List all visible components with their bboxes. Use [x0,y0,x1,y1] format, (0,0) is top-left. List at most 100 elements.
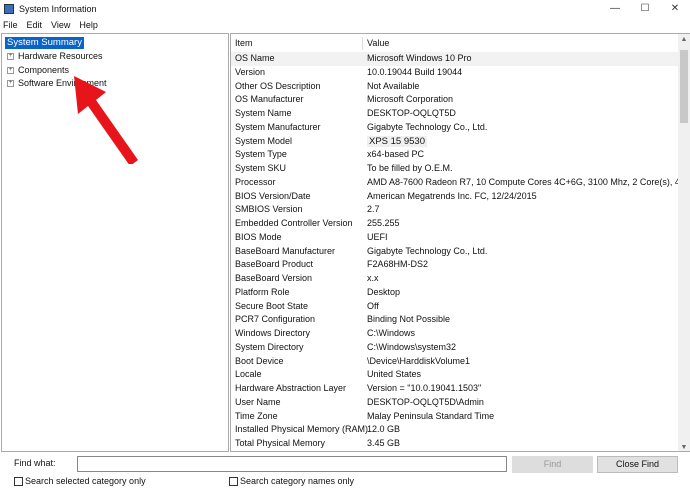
column-divider[interactable] [362,37,363,50]
menu-help[interactable]: Help [79,20,98,30]
tree-item-components[interactable]: + Components [7,65,69,75]
value-text: 255.255 [367,218,400,228]
table-row[interactable]: Boot Device \Device\HarddiskVolume1 [231,355,679,369]
table-row[interactable]: System Name DESKTOP-OQLQT5D [231,107,679,121]
column-header-value[interactable]: Value [367,37,389,50]
table-row[interactable]: System Type x64-based PC [231,148,679,162]
table-row[interactable]: Time Zone Malay Peninsula Standard Time [231,410,679,424]
item-cell: BaseBoard Product [235,259,314,270]
table-row[interactable]: BIOS Version/Date American Megatrends Inc… [231,190,679,204]
value-cell: Gigabyte Technology Co., Ltd. [367,121,487,135]
table-row[interactable]: PCR7 Configuration Binding Not Possible [231,313,679,327]
value-cell: Microsoft Corporation [367,93,453,107]
tree-item-hardware-resources[interactable]: + Hardware Resources [7,51,103,61]
item-cell: BIOS Mode [235,231,282,242]
find-button[interactable]: Find [512,456,593,473]
item-cell: System Manufacturer [235,121,321,132]
table-row[interactable]: Total Physical Memory 3.45 GB [231,437,679,451]
checkbox-icon[interactable] [14,476,23,486]
item-cell: OS Manufacturer [235,94,304,105]
value-text: DESKTOP-OQLQT5D [367,108,456,118]
value-cell: Off [367,300,379,314]
item-cell: Total Physical Memory [235,438,326,448]
minimize-button[interactable]: — [600,0,630,17]
vertical-scrollbar[interactable]: ▲ ▼ [678,34,690,451]
table-row[interactable]: BaseBoard Manufacturer Gigabyte Technolog… [231,245,679,259]
checkbox-label: Search category names only [240,476,355,486]
table-row[interactable]: Locale United States [231,368,679,382]
expand-icon[interactable]: + [7,79,14,87]
value-cell: x64-based PC [367,148,424,162]
value-text: Microsoft Corporation [367,94,454,105]
table-row[interactable]: System Model XPS 15 9530 [231,135,679,149]
value-cell: x.x [367,272,379,286]
item-cell: Other OS Description [235,80,321,91]
expand-icon[interactable]: + [7,52,14,60]
menu-file[interactable]: File [3,20,18,30]
table-row[interactable]: SMBIOS Version 2.7 [231,203,679,217]
scrollbar-thumb[interactable] [680,50,688,123]
table-row[interactable]: Secure Boot State Off [231,300,679,314]
table-row[interactable]: System Directory C:\Windows\system32 [231,341,679,355]
scroll-up-icon[interactable]: ▲ [678,36,690,43]
value-cell: AMD A8-7600 Radeon R7, 10 Compute Cores … [367,176,690,190]
column-header-item[interactable]: Item [235,37,253,50]
value-text: AMD A8-7600 Radeon R7, 10 Compute Cores … [367,176,690,187]
table-row[interactable]: Embedded Controller Version 255.255 [231,217,679,231]
item-cell: PCR7 Configuration [235,314,316,325]
table-row[interactable]: BIOS Mode UEFI [231,231,679,245]
table-row[interactable]: Version 10.0.19044 Build 19044 [231,66,679,80]
item-cell: Windows Directory [235,328,311,338]
value-cell: Binding Not Possible [367,313,450,327]
search-category-names-checkbox[interactable]: Search category names only [229,476,354,486]
value-cell: DESKTOP-OQLQT5D [367,107,456,121]
maximize-button[interactable]: ☐ [630,0,660,17]
value-text: United States [367,369,422,380]
item-cell: BaseBoard Version [235,273,313,283]
table-row[interactable]: BaseBoard Product F2A68HM-DS2 [231,258,679,272]
value-text: American Megatrends Inc. FC, 12/24/2015 [367,190,537,201]
value-cell: United States [367,368,421,382]
table-row[interactable]: Other OS Description Not Available [231,80,679,94]
expand-icon[interactable]: + [7,66,14,74]
value-cell: DESKTOP-OQLQT5D\Admin [367,396,484,410]
close-find-button[interactable]: Close Find [597,456,678,473]
value-text: C:\Windows [367,328,416,338]
scroll-down-icon[interactable]: ▼ [678,444,690,451]
find-label: Find what: [14,458,56,468]
table-row[interactable]: System SKU To be filled by O.E.M. [231,162,679,176]
table-row[interactable]: Hardware Abstraction Layer Version = "10.… [231,382,679,396]
value-cell: Not Available [367,80,419,94]
value-text: To be filled by O.E.M. [367,163,453,173]
table-row[interactable]: Windows Directory C:\Windows [231,327,679,341]
value-cell: \Device\HarddiskVolume1 [367,355,470,369]
table-row[interactable]: System Manufacturer Gigabyte Technology C… [231,121,679,135]
find-bar: Find what: Find Close Find [0,455,690,473]
tree-label: Components [18,65,70,75]
value-cell: F2A68HM-DS2 [367,258,428,272]
value-text: \Device\HarddiskVolume1 [367,355,471,366]
item-cell: Boot Device [235,355,284,366]
value-text: 10.0.19044 Build 19044 [367,66,463,77]
menu-view[interactable]: View [51,20,70,30]
table-row[interactable]: OS Name Microsoft Windows 10 Pro [231,52,679,66]
close-button[interactable]: ✕ [660,0,690,17]
item-cell: OS Name [235,53,275,63]
table-row[interactable]: Installed Physical Memory (RAM) 12.0 GB [231,423,679,437]
table-row[interactable]: User Name DESKTOP-OQLQT5D\Admin [231,396,679,410]
table-row[interactable]: OS Manufacturer Microsoft Corporation [231,93,679,107]
value-text: 2.7 [367,204,380,215]
table-row[interactable]: Platform Role Desktop [231,286,679,300]
table-row[interactable]: BaseBoard Version x.x [231,272,679,286]
table-row[interactable]: Processor AMD A8-7600 Radeon R7, 10 Compu… [231,176,690,190]
menu-edit[interactable]: Edit [27,20,43,30]
item-cell: System Name [235,108,292,118]
value-text: Malay Peninsula Standard Time [367,410,495,421]
checkbox-icon[interactable] [229,476,238,486]
search-selected-category-checkbox[interactable]: Search selected category only [14,476,146,486]
find-input[interactable] [77,456,507,472]
value-cell: 12.0 GB [367,423,400,437]
value-text: C:\Windows\system32 [367,341,457,352]
value-cell: 10.0.19044 Build 19044 [367,66,462,80]
tree-item-system-summary[interactable]: System Summary [5,37,84,49]
